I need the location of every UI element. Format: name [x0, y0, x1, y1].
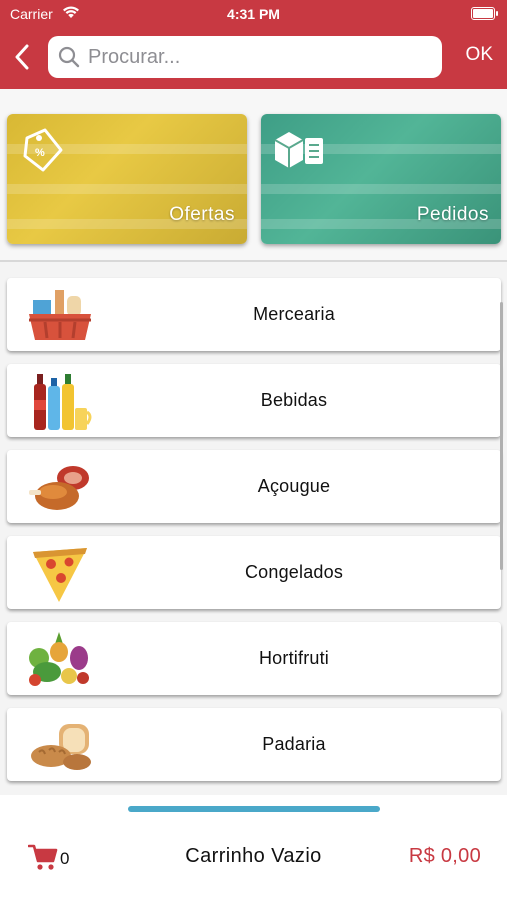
orders-card[interactable]: Pedidos — [261, 114, 501, 244]
category-list[interactable]: Mercearia Bebidas Açougue Congelados Hor… — [0, 262, 507, 790]
search-icon — [58, 46, 80, 68]
ok-button[interactable]: OK — [466, 44, 493, 66]
category-item[interactable]: Padaria — [7, 708, 501, 781]
offers-label: Ofertas — [169, 204, 235, 225]
category-item[interactable]: Hortifruti — [7, 622, 501, 695]
status-bar: Carrier 4:31 PM — [0, 0, 507, 28]
category-item[interactable]: Congelados — [7, 536, 501, 609]
price-tag-icon: % — [23, 128, 63, 172]
offers-card[interactable]: % Ofertas — [7, 114, 247, 244]
drinks-bottles-icon — [34, 374, 92, 430]
cart-bar: 0 Carrinho Vazio R$ 0,00 — [0, 795, 507, 900]
shelf-decoration — [7, 184, 247, 194]
search-input[interactable] — [86, 41, 442, 73]
search-bar[interactable] — [48, 36, 442, 78]
boxes-checklist-icon — [274, 132, 323, 168]
bread-icon — [31, 724, 91, 770]
category-label: Açougue — [257, 476, 331, 496]
drag-handle[interactable] — [128, 806, 380, 812]
category-item[interactable]: Açougue — [7, 450, 501, 523]
category-item[interactable]: Bebidas — [7, 364, 501, 437]
list-scrollbar[interactable] — [500, 302, 503, 570]
cart-total: R$ 0,00 — [408, 845, 481, 867]
chevron-left-icon — [15, 44, 29, 70]
category-label: Padaria — [262, 734, 326, 754]
category-item[interactable]: Mercearia — [7, 278, 501, 351]
battery-icon — [471, 7, 498, 20]
pizza-slice-icon — [33, 548, 87, 602]
category-label: Bebidas — [260, 390, 328, 410]
shortcut-cards: % Ofertas Pedidos — [0, 89, 507, 261]
grocery-basket-icon — [29, 290, 91, 340]
app-header: Carrier 4:31 PM OK — [0, 0, 507, 89]
fruits-vegetables-icon — [29, 632, 89, 686]
clock: 4:31 PM — [227, 6, 280, 22]
category-label: Hortifruti — [258, 648, 329, 668]
orders-label: Pedidos — [416, 204, 489, 225]
meat-poultry-icon — [29, 466, 89, 510]
category-label: Congelados — [244, 562, 344, 582]
shelf-decoration — [261, 184, 501, 194]
svg-text:%: % — [35, 147, 45, 159]
back-button[interactable] — [8, 40, 36, 74]
category-label: Mercearia — [253, 304, 335, 324]
